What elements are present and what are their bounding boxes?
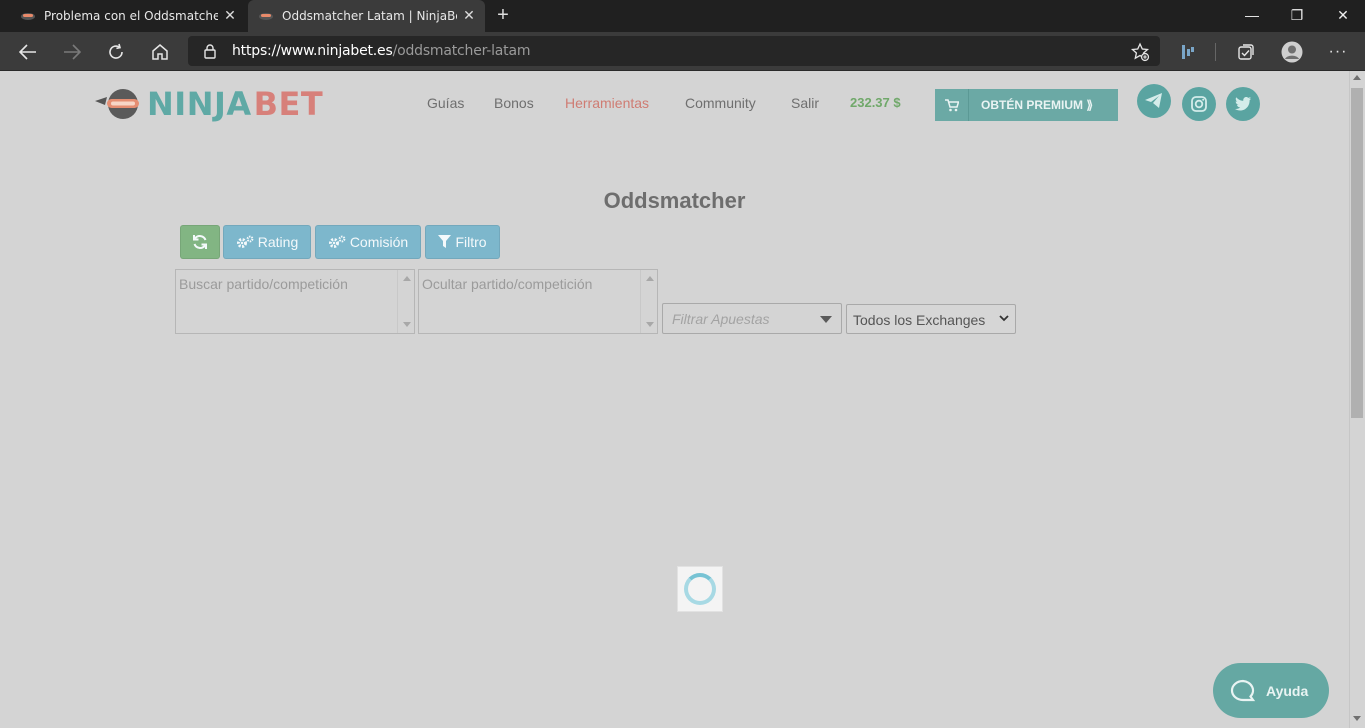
hide-match-placeholder: Ocultar partido/competición xyxy=(422,276,593,292)
exchanges-select[interactable]: Todos los Exchanges xyxy=(846,304,1016,334)
tab-title: Oddsmatcher Latam | NinjaBet.es xyxy=(282,9,457,23)
address-bar[interactable]: https://www.ninjabet.es/oddsmatcher-lata… xyxy=(188,36,1160,66)
twitter-icon[interactable] xyxy=(1226,87,1260,121)
restore-icon[interactable]: ❐ xyxy=(1274,0,1320,32)
rating-button[interactable]: Rating xyxy=(223,225,311,259)
help-label: Ayuda xyxy=(1266,682,1309,699)
gears-icon xyxy=(328,235,346,248)
close-tab-icon[interactable]: ✕ xyxy=(457,8,481,24)
home-icon[interactable] xyxy=(147,39,173,65)
minimize-icon[interactable]: — xyxy=(1229,0,1275,32)
filtro-button[interactable]: Filtro xyxy=(425,225,500,259)
comision-label: Comisión xyxy=(349,234,409,250)
browser-tab-bar: Problema con el Oddsmatcher | N ✕ Oddsma… xyxy=(0,0,1365,32)
search-match-input[interactable]: Buscar partido/competición xyxy=(175,269,415,334)
browser-toolbar: https://www.ninjabet.es/oddsmatcher-lata… xyxy=(0,32,1365,71)
ninjabet-favicon-icon xyxy=(20,8,36,24)
browser-tab-problema[interactable]: Problema con el Oddsmatcher | N ✕ xyxy=(0,0,246,32)
telegram-icon[interactable] xyxy=(1137,84,1171,118)
nav-bonos[interactable]: Bonos xyxy=(494,95,534,111)
comision-button[interactable]: Comisión xyxy=(315,225,421,259)
back-icon[interactable] xyxy=(15,39,41,65)
filter-bets-placeholder: Filtrar Apuestas xyxy=(672,311,770,327)
refresh-icon xyxy=(193,235,207,249)
search-match-placeholder: Buscar partido/competición xyxy=(179,276,348,292)
premium-button[interactable]: OBTÉN PREMIUM ⟫ xyxy=(935,89,1118,121)
close-window-icon[interactable]: ✕ xyxy=(1320,0,1365,32)
account-balance: 232.37 $ xyxy=(850,95,901,110)
url-domain: https://www.ninjabet.es xyxy=(232,43,393,59)
url-path: /oddsmatcher-latam xyxy=(392,43,531,59)
hide-match-input[interactable]: Ocultar partido/competición xyxy=(418,269,658,334)
nav-salir[interactable]: Salir xyxy=(791,95,819,111)
exchanges-selected-value: Todos los Exchanges xyxy=(853,312,986,328)
nav-guias[interactable]: Guías xyxy=(427,95,464,111)
cart-icon xyxy=(935,89,969,121)
extension-icon[interactable] xyxy=(1175,39,1201,65)
more-options-icon[interactable]: ··· xyxy=(1325,39,1351,65)
close-tab-icon[interactable]: ✕ xyxy=(218,8,242,24)
nav-community[interactable]: Community xyxy=(685,95,756,111)
textarea-scrollbar[interactable] xyxy=(397,270,414,333)
filter-icon xyxy=(438,235,452,248)
browser-tab-oddsmatcher[interactable]: Oddsmatcher Latam | NinjaBet.es ✕ xyxy=(248,0,485,32)
refresh-icon[interactable] xyxy=(103,39,129,65)
loading-spinner xyxy=(677,566,723,612)
new-tab-icon[interactable]: + xyxy=(492,4,514,26)
scroll-down-icon[interactable] xyxy=(1353,716,1361,721)
profile-avatar-icon[interactable] xyxy=(1279,39,1305,65)
rating-label: Rating xyxy=(257,234,299,250)
lock-icon xyxy=(204,44,216,59)
page-content: NINJA BET Guías Bonos Herramientas Commun… xyxy=(0,71,1349,728)
forward-icon[interactable] xyxy=(59,39,85,65)
toolbar-divider xyxy=(1215,43,1216,61)
filter-bets-dropdown[interactable]: Filtrar Apuestas xyxy=(662,303,842,334)
url-text: https://www.ninjabet.es/oddsmatcher-lata… xyxy=(232,43,530,59)
nav-herramientas[interactable]: Herramientas xyxy=(565,95,649,111)
ninjabet-favicon-icon xyxy=(258,8,274,24)
premium-label: OBTÉN PREMIUM ⟫ xyxy=(981,98,1094,112)
chevron-down-icon xyxy=(999,315,1009,322)
chat-bubble-icon xyxy=(1230,679,1256,701)
gears-icon xyxy=(236,235,254,248)
scrollbar-thumb[interactable] xyxy=(1351,88,1363,418)
textarea-scrollbar[interactable] xyxy=(640,270,657,333)
refresh-button[interactable] xyxy=(180,225,220,259)
spinner-ring-icon xyxy=(684,573,716,605)
tab-title: Problema con el Oddsmatcher | N xyxy=(44,9,218,23)
logo-text-bet: BET xyxy=(253,85,324,123)
instagram-icon[interactable] xyxy=(1182,87,1216,121)
collections-icon[interactable] xyxy=(1233,39,1259,65)
page-title: Oddsmatcher xyxy=(603,188,746,213)
help-button[interactable]: Ayuda xyxy=(1213,663,1329,718)
caret-down-icon xyxy=(820,316,832,323)
add-favorite-icon[interactable] xyxy=(1127,39,1153,65)
logo-text-ninja: NINJA xyxy=(147,85,252,123)
ninjabet-logo[interactable]: NINJA BET xyxy=(93,85,323,123)
filtro-label: Filtro xyxy=(455,234,487,250)
ninja-head-icon xyxy=(95,89,139,119)
scroll-up-icon[interactable] xyxy=(1353,75,1361,80)
